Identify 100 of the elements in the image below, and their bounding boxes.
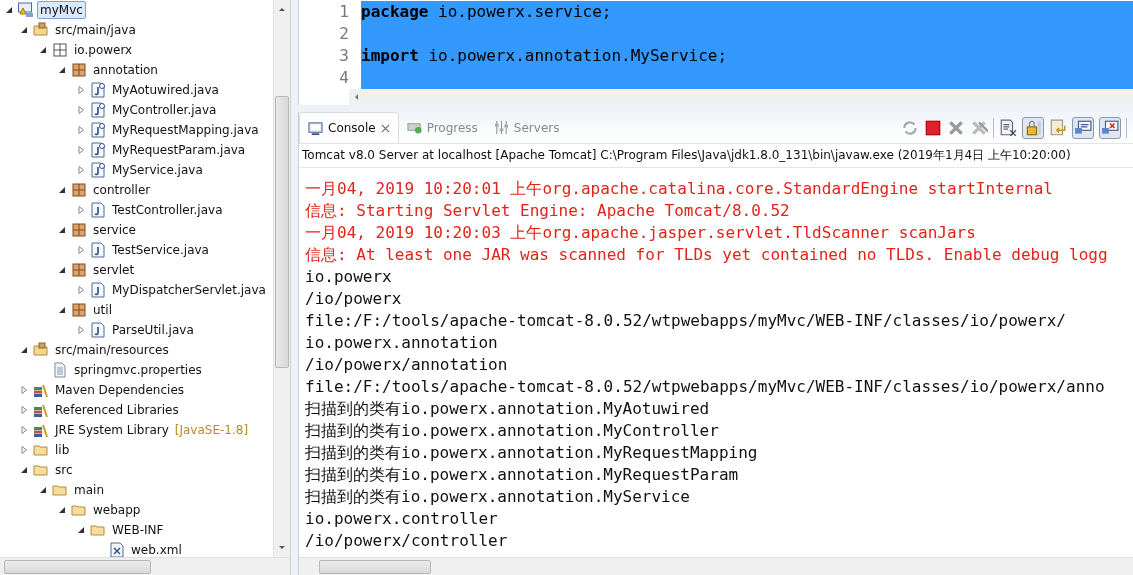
tree-item[interactable]: controller xyxy=(90,181,154,199)
tree-item[interactable]: Maven Dependencies xyxy=(52,381,187,399)
collapse-icon[interactable] xyxy=(20,346,28,354)
tree-item[interactable]: src xyxy=(52,461,76,479)
annotation-file-icon xyxy=(90,122,106,138)
word-wrap-icon[interactable] xyxy=(1049,118,1067,137)
collapse-icon[interactable] xyxy=(58,506,66,514)
collapse-icon[interactable] xyxy=(20,26,28,34)
collapse-icon[interactable] xyxy=(58,306,66,314)
clear-console-icon[interactable] xyxy=(999,118,1017,137)
show-error-console-icon[interactable] xyxy=(1099,116,1121,139)
tree-item[interactable]: annotation xyxy=(90,61,161,79)
show-console-icon[interactable] xyxy=(1072,116,1094,139)
tree-item[interactable]: myMvc xyxy=(37,1,86,19)
tree-item[interactable]: Referenced Libraries xyxy=(52,401,182,419)
annotation-file-icon xyxy=(90,142,106,158)
collapse-icon[interactable] xyxy=(77,526,85,534)
view-tab[interactable]: Console xyxy=(299,112,399,143)
monitor-icon xyxy=(308,120,323,136)
tree-item[interactable]: MyService.java xyxy=(109,161,206,179)
collapse-icon[interactable] xyxy=(58,66,66,74)
stop-icon[interactable] xyxy=(924,118,942,137)
collapse-icon[interactable] xyxy=(39,486,47,494)
package-icon xyxy=(71,302,87,318)
books-icon xyxy=(33,382,49,398)
expand-icon[interactable] xyxy=(77,126,85,134)
expand-icon[interactable] xyxy=(77,286,85,294)
expand-icon[interactable] xyxy=(20,446,28,454)
tree-item[interactable]: TestService.java xyxy=(109,241,212,259)
scrollbar-thumb[interactable] xyxy=(275,96,289,368)
tree-item-decoration: [JavaSE-1.8] xyxy=(174,423,249,437)
package-icon xyxy=(71,182,87,198)
java-file-icon xyxy=(90,242,106,258)
tree-item[interactable]: JRE System Library xyxy=(52,421,172,439)
annotation-file-icon xyxy=(90,82,106,98)
tree-item[interactable]: MyDispatcherServlet.java xyxy=(109,281,269,299)
expand-icon[interactable] xyxy=(20,426,28,434)
expand-icon[interactable] xyxy=(77,206,85,214)
folder-icon xyxy=(33,442,49,458)
scrollbar-thumb[interactable] xyxy=(319,559,431,574)
tree-item[interactable]: web.xml xyxy=(128,541,185,557)
collapse-icon[interactable] xyxy=(58,266,66,274)
expand-icon[interactable] xyxy=(77,146,85,154)
tree-item[interactable]: TestController.java xyxy=(109,201,226,219)
expand-icon[interactable] xyxy=(77,246,85,254)
remove-icon[interactable] xyxy=(947,118,965,137)
collapse-icon[interactable] xyxy=(39,46,47,54)
expand-icon[interactable] xyxy=(77,106,85,114)
tree-item[interactable]: util xyxy=(90,301,115,319)
console-line: file:/F:/tools/apache-tomcat-8.0.52/wtpwebapps/myMvc/WEB-INF/classes/io/powerx/anno xyxy=(305,376,1106,398)
project-icon xyxy=(18,2,34,18)
folder-icon xyxy=(52,482,68,498)
tree-item[interactable]: src/main/java xyxy=(52,21,139,39)
tree-item[interactable]: springmvc.properties xyxy=(71,361,205,379)
console-line: file:/F:/tools/apache-tomcat-8.0.52/wtpwebapps/myMvc/WEB-INF/classes/io/powerx/ xyxy=(305,310,1067,332)
horizontal-scrollbar[interactable] xyxy=(0,557,290,575)
tree-item[interactable]: MyRequestMapping.java xyxy=(109,121,262,139)
tree-item[interactable]: MyRequestParam.java xyxy=(109,141,249,159)
collapse-icon[interactable] xyxy=(58,226,66,234)
close-icon[interactable] xyxy=(380,123,390,133)
tree-item[interactable]: WEB-INF xyxy=(109,521,167,539)
tree-item[interactable]: servlet xyxy=(90,261,138,279)
folder-icon xyxy=(33,462,49,478)
source-folder-icon xyxy=(33,22,49,38)
scroll-lock-icon[interactable] xyxy=(1022,116,1044,139)
java-file-icon xyxy=(90,322,106,338)
tree-item[interactable]: main xyxy=(71,481,107,499)
expand-icon[interactable] xyxy=(77,166,85,174)
tree-item[interactable]: io.powerx xyxy=(71,41,136,59)
expand-icon[interactable] xyxy=(77,326,85,334)
tree-item[interactable]: src/main/resources xyxy=(52,341,172,359)
package-icon xyxy=(71,222,87,238)
package-icon xyxy=(71,262,87,278)
tree-item[interactable]: webapp xyxy=(90,501,144,519)
remove-all-icon[interactable] xyxy=(970,118,988,137)
collapse-icon[interactable] xyxy=(20,466,28,474)
tree-item[interactable]: MyController.java xyxy=(109,101,220,119)
vertical-scrollbar[interactable] xyxy=(273,0,290,557)
console-line: io.powerx.controller xyxy=(305,508,499,530)
source-folder-icon xyxy=(33,342,49,358)
tree-item[interactable]: ParseUtil.java xyxy=(109,321,197,339)
sync-icon[interactable] xyxy=(901,118,919,137)
tree-item[interactable]: MyAotuwired.java xyxy=(109,81,222,99)
books-icon xyxy=(33,402,49,418)
horizontal-scrollbar[interactable] xyxy=(299,557,1133,575)
expand-icon[interactable] xyxy=(20,406,28,414)
tree-item[interactable]: lib xyxy=(52,441,73,459)
collapse-icon[interactable] xyxy=(5,6,13,14)
console-title: Tomcat v8.0 Server at localhost [Apache Tomcat] C:\Program Files\Java\jdk1.8.0_131\bin\javaw.exe (2019年1月4日 上午10:20:00) xyxy=(299,144,1133,168)
sliders-icon xyxy=(493,120,509,135)
expand-icon[interactable] xyxy=(20,386,28,394)
horizontal-scrollbar[interactable] xyxy=(349,89,1133,105)
tree-item[interactable]: service xyxy=(90,221,139,239)
console-line: 扫描到的类有io.powerx.annotation.MyService xyxy=(305,486,691,508)
console-line: 一月04, 2019 10:20:03 上午org.apache.jasper.servlet.TldScanner scanJars xyxy=(305,222,977,244)
scrollbar-thumb[interactable] xyxy=(4,559,151,574)
collapse-icon[interactable] xyxy=(58,186,66,194)
console-line: io.powerx xyxy=(305,266,393,288)
expand-icon[interactable] xyxy=(77,86,85,94)
xml-file-icon xyxy=(109,542,125,557)
